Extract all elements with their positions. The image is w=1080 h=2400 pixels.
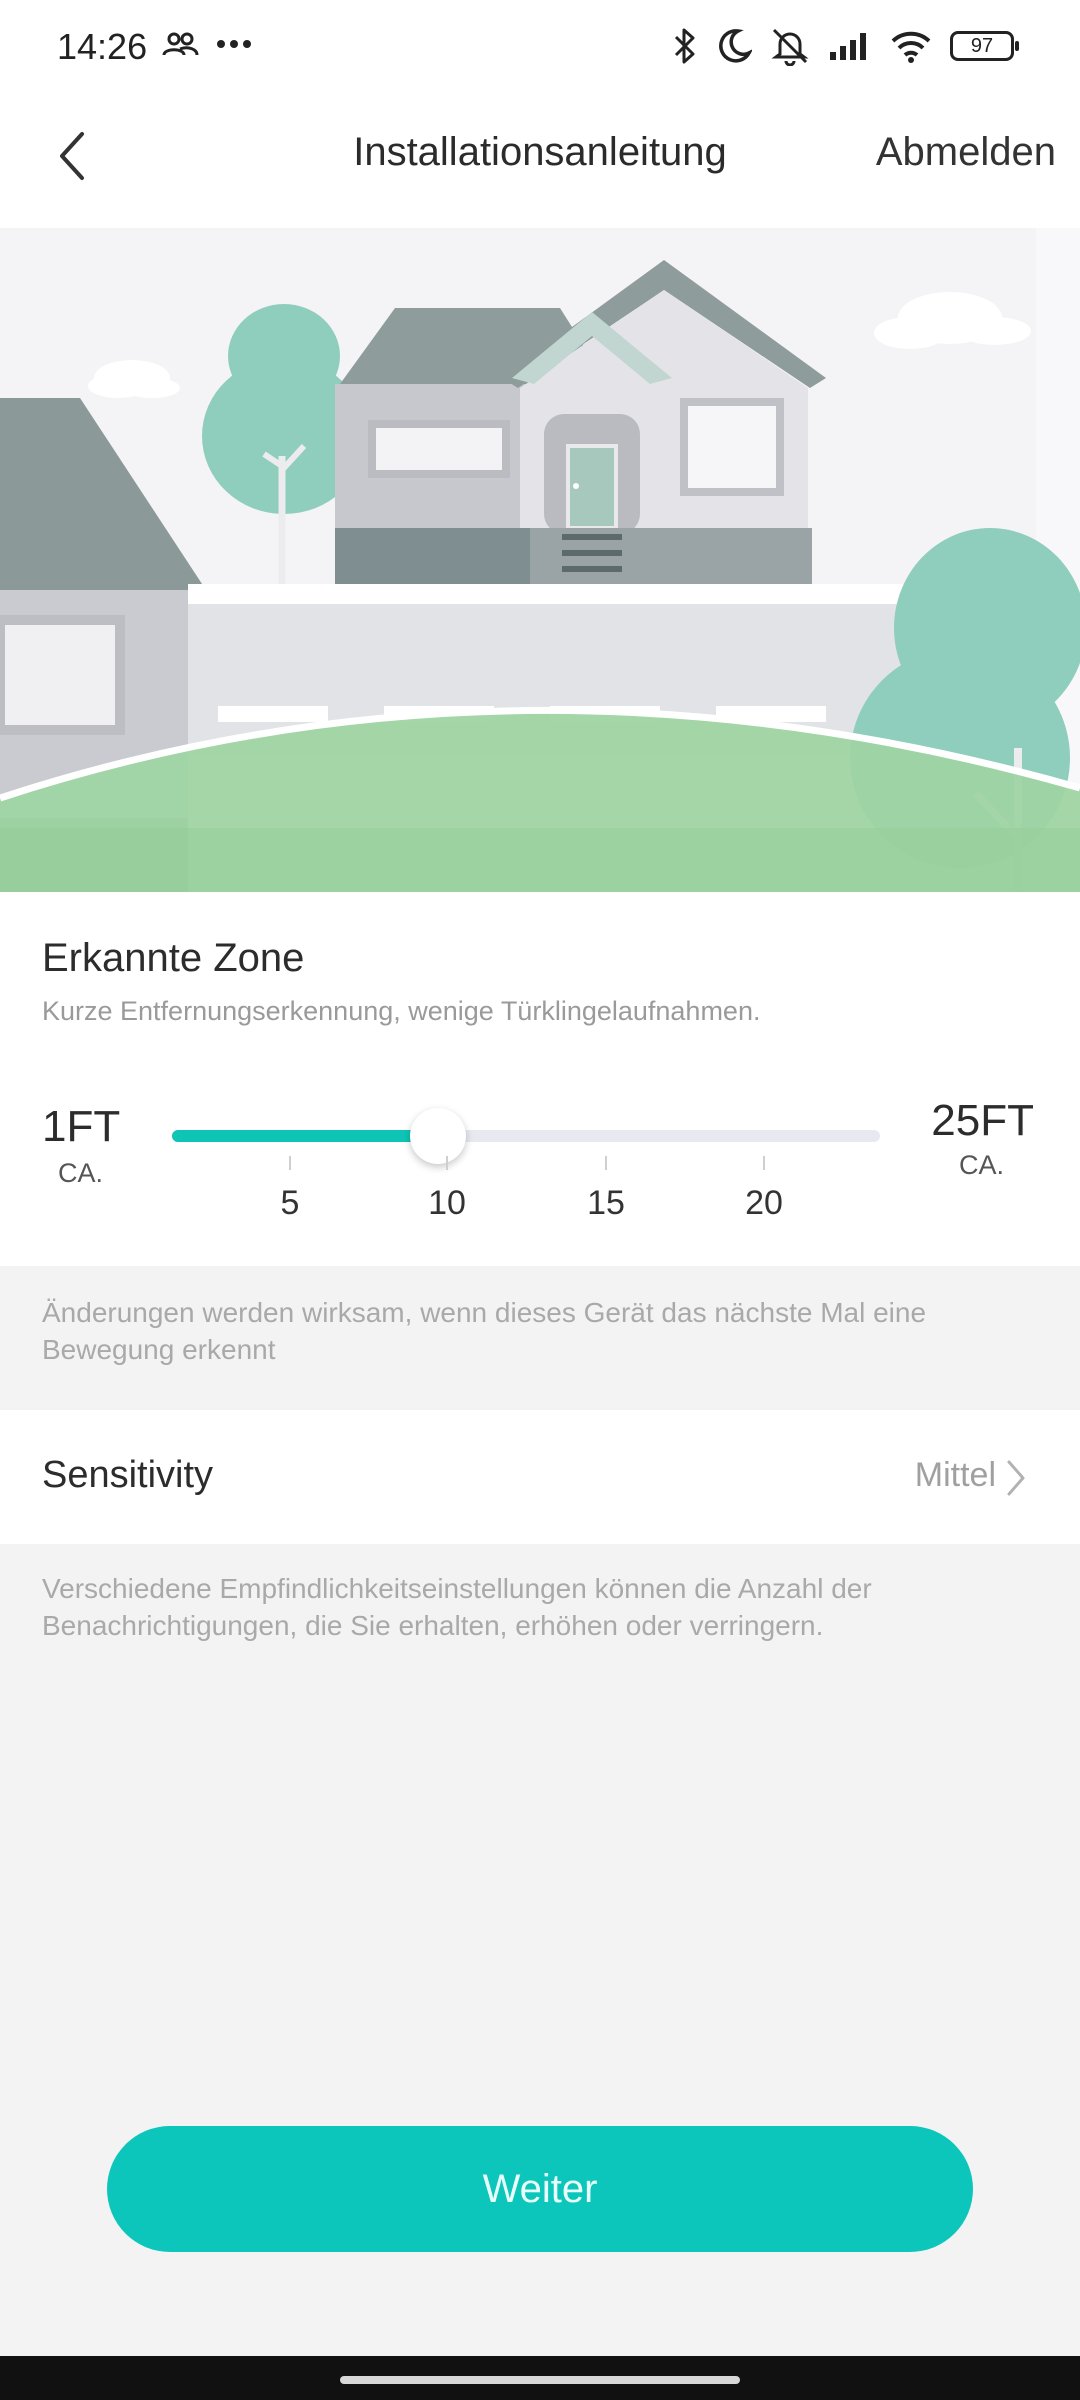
sensitivity-label: Sensitivity bbox=[42, 1454, 214, 1496]
logout-button[interactable]: Abmelden bbox=[876, 130, 1056, 175]
slider-tick-label: 10 bbox=[428, 1184, 466, 1222]
home-indicator[interactable] bbox=[340, 2376, 740, 2384]
distance-slider-fill bbox=[172, 1130, 438, 1142]
signal-icon bbox=[830, 33, 866, 60]
range-min-value: 1FT bbox=[42, 1102, 121, 1151]
more-dots-icon bbox=[217, 40, 251, 48]
distance-slider-thumb[interactable] bbox=[410, 1108, 466, 1164]
slider-tick-label: 20 bbox=[745, 1184, 783, 1222]
bluetooth-icon bbox=[674, 28, 695, 64]
sensitivity-row[interactable]: Sensitivity Mittel bbox=[0, 1410, 1080, 1544]
status-left-icons bbox=[160, 30, 252, 58]
motion-zone-illustration bbox=[0, 228, 1080, 892]
screen: 14:26 97 Installationsanleitung Abmelden… bbox=[0, 0, 1080, 2400]
slider-tick-10 bbox=[446, 1156, 448, 1170]
sensitivity-hint: Verschiedene Empfindlichkeitseinstellung… bbox=[42, 1573, 872, 1641]
muted-bell-icon bbox=[771, 28, 809, 66]
status-bar: 14:26 97 bbox=[0, 0, 1080, 100]
do-not-disturb-moon-icon bbox=[719, 29, 752, 63]
people-icon bbox=[162, 32, 199, 56]
sensitivity-value: Mittel bbox=[914, 1456, 996, 1494]
status-right-icons: 97 bbox=[672, 26, 1019, 66]
range-max-value: 25FT bbox=[931, 1096, 1034, 1145]
slider-tick-5 bbox=[289, 1156, 291, 1170]
range-max-unit: CA. bbox=[958, 1150, 1004, 1180]
battery-level: 97 bbox=[970, 34, 994, 57]
zone-title: Erkannte Zone bbox=[42, 936, 305, 980]
range-min-unit: CA. bbox=[58, 1158, 104, 1188]
distance-slider[interactable] bbox=[172, 1108, 880, 1164]
detection-zone-card: Erkannte Zone Kurze Entfernungserkennung… bbox=[0, 892, 1080, 1266]
apply-changes-hint: Änderungen werden wirksam, wenn dieses G… bbox=[42, 1297, 927, 1365]
house-scene-illustration bbox=[0, 228, 1080, 892]
continue-button[interactable]: Weiter bbox=[107, 2126, 973, 2252]
slider-tick-label: 5 bbox=[280, 1184, 300, 1222]
slider-tick-20 bbox=[763, 1156, 765, 1170]
chevron-right-icon bbox=[1007, 1460, 1025, 1496]
zone-subtitle: Kurze Entfernungserkennung, wenige Türkl… bbox=[42, 996, 761, 1026]
slider-tick-label: 15 bbox=[587, 1184, 625, 1222]
wifi-icon bbox=[891, 31, 931, 63]
battery-icon: 97 bbox=[950, 31, 1019, 61]
clock: 14:26 bbox=[57, 26, 148, 67]
app-header: Installationsanleitung Abmelden bbox=[0, 100, 1080, 228]
gesture-nav-bar bbox=[0, 2356, 1080, 2400]
slider-tick-15 bbox=[605, 1156, 607, 1170]
